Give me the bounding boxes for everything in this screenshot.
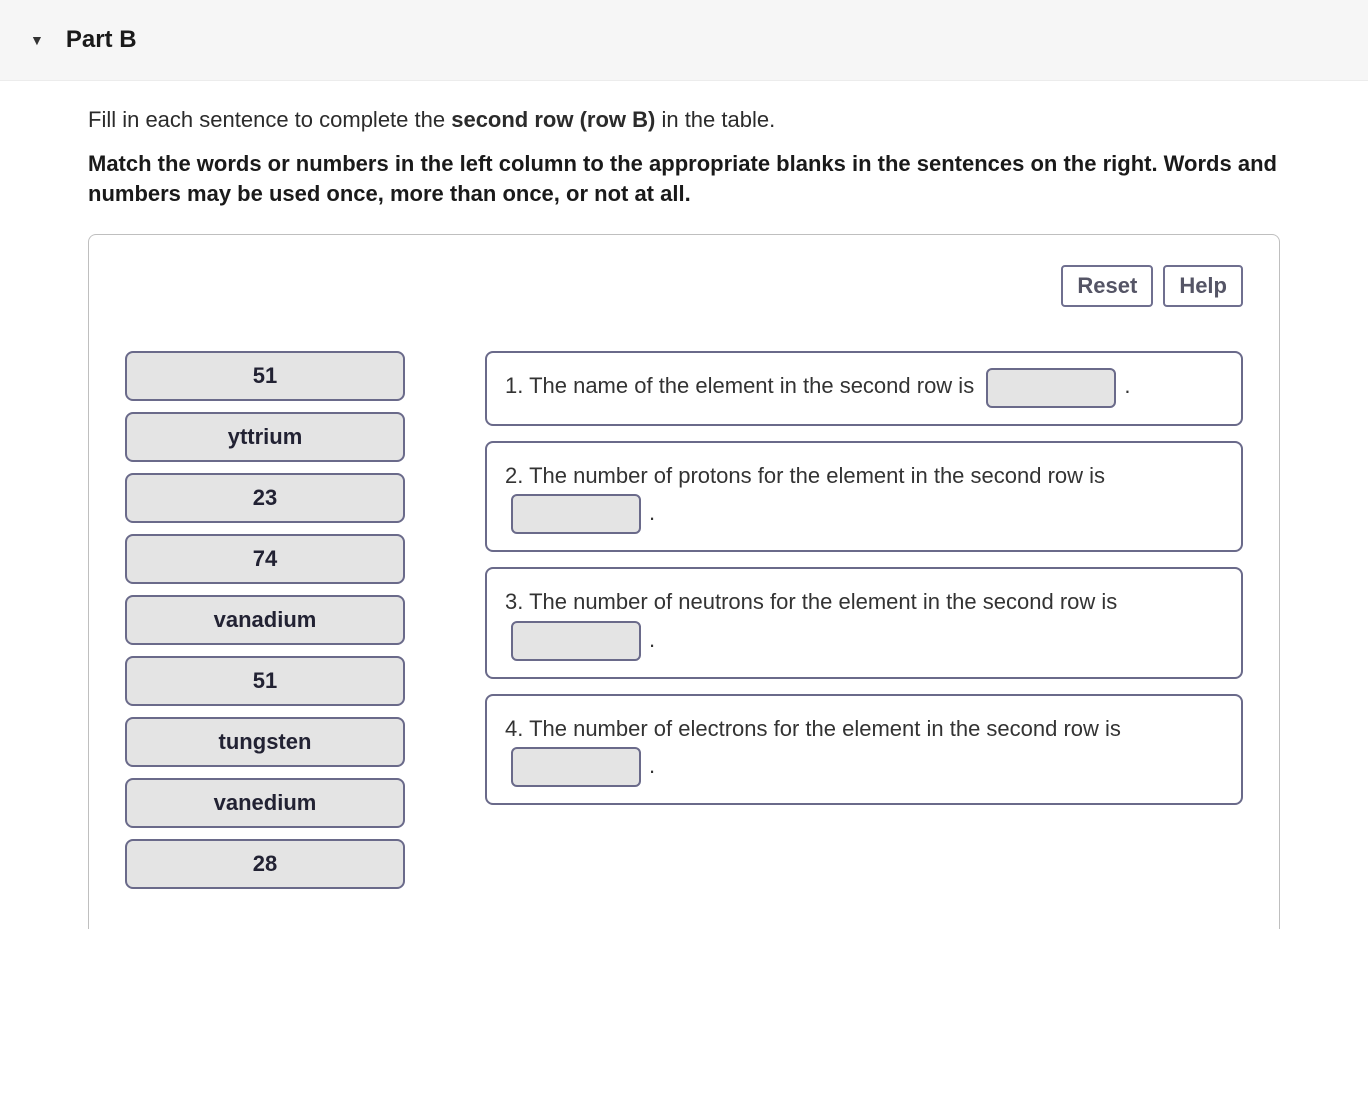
sentence-text: 3. The number of neutrons for the elemen… — [505, 589, 1117, 614]
draggable-tiles-column: 51 yttrium 23 74 vanadium 51 tungsten va… — [125, 351, 405, 889]
instr1-post: in the table. — [655, 107, 775, 132]
tile-option[interactable]: vanadium — [125, 595, 405, 645]
sentence-end: . — [1124, 373, 1130, 398]
sentence-1: 1. The name of the element in the second… — [485, 351, 1243, 425]
collapse-icon: ▼ — [30, 32, 44, 48]
sentence-end: . — [649, 627, 655, 652]
matching-toolbar: Reset Help — [125, 265, 1243, 307]
instr1-bold: second row (row B) — [451, 107, 655, 132]
sentence-4: 4. The number of electrons for the eleme… — [485, 694, 1243, 806]
sentences-column: 1. The name of the element in the second… — [485, 351, 1243, 889]
instruction-line-2: Match the words or numbers in the left c… — [88, 149, 1280, 208]
matching-columns: 51 yttrium 23 74 vanadium 51 tungsten va… — [125, 351, 1243, 889]
help-button[interactable]: Help — [1163, 265, 1243, 307]
drop-target-1[interactable] — [986, 368, 1116, 408]
sentence-text: 1. The name of the element in the second… — [505, 373, 980, 398]
sentence-end: . — [649, 753, 655, 778]
drop-target-2[interactable] — [511, 494, 641, 534]
content-area: Fill in each sentence to complete the se… — [0, 81, 1368, 969]
sentence-text: 2. The number of protons for the element… — [505, 463, 1105, 488]
matching-container: Reset Help 51 yttrium 23 74 vanadium 51 … — [88, 234, 1280, 929]
sentence-2: 2. The number of protons for the element… — [485, 441, 1243, 553]
tile-option[interactable]: 51 — [125, 656, 405, 706]
tile-option[interactable]: 23 — [125, 473, 405, 523]
tile-option[interactable]: 28 — [125, 839, 405, 889]
drop-target-3[interactable] — [511, 621, 641, 661]
tile-option[interactable]: 74 — [125, 534, 405, 584]
tile-option[interactable]: 51 — [125, 351, 405, 401]
tile-option[interactable]: vanedium — [125, 778, 405, 828]
reset-button[interactable]: Reset — [1061, 265, 1153, 307]
sentence-end: . — [649, 500, 655, 525]
tile-option[interactable]: tungsten — [125, 717, 405, 767]
sentence-text: 4. The number of electrons for the eleme… — [505, 716, 1121, 741]
sentence-3: 3. The number of neutrons for the elemen… — [485, 567, 1243, 679]
tile-option[interactable]: yttrium — [125, 412, 405, 462]
drop-target-4[interactable] — [511, 747, 641, 787]
part-title: Part B — [66, 26, 137, 54]
part-header[interactable]: ▼ Part B — [0, 0, 1368, 81]
instruction-line-1: Fill in each sentence to complete the se… — [88, 107, 1280, 133]
instr1-pre: Fill in each sentence to complete the — [88, 107, 451, 132]
page-root: ▼ Part B Fill in each sentence to comple… — [0, 0, 1368, 969]
